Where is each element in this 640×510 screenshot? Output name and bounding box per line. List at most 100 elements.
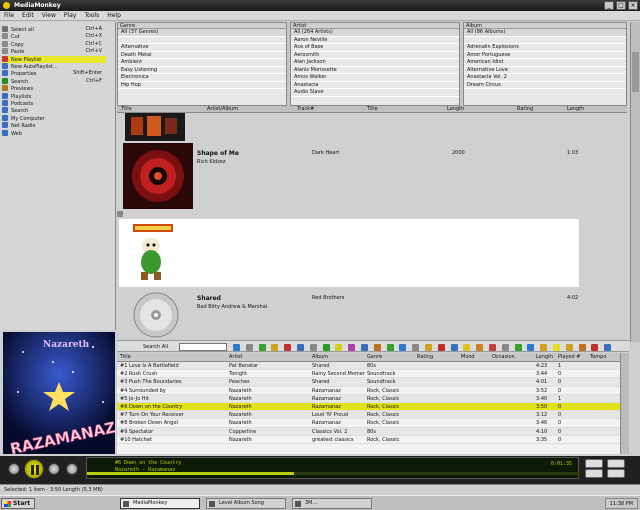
equalizer-button[interactable] [585, 469, 603, 478]
col-genre[interactable]: Genre [367, 353, 382, 362]
browser-item[interactable] [118, 37, 286, 44]
browser-item[interactable]: Amos Walker [291, 74, 459, 82]
tree-item[interactable]: Search Ctrl+F [2, 77, 106, 85]
table-row[interactable]: #8 Broken Down Angel Nazareth Razamanaz Roc… [117, 419, 620, 428]
col-tempo[interactable]: Tempo [590, 353, 606, 362]
col-length[interactable]: Length [536, 353, 553, 362]
toolbar-icon[interactable] [501, 344, 509, 351]
col-title[interactable]: Title [120, 353, 131, 362]
toolbar-icon[interactable] [335, 344, 343, 351]
album-cover-disc[interactable] [129, 291, 183, 339]
browser-item[interactable]: Dream Circus [464, 82, 626, 89]
col-mood[interactable]: Mood [461, 353, 475, 362]
tree-item[interactable]: Paste Ctrl+V [2, 48, 106, 55]
table-row[interactable]: #7 Turn On Your Receiver Nazareth Loud 'N'… [117, 411, 620, 420]
toolbar-icon[interactable] [348, 344, 356, 351]
toolbar-icon[interactable] [450, 344, 458, 351]
browser-item[interactable]: Death Metal [118, 52, 286, 59]
menu-view[interactable]: View [42, 11, 56, 20]
table-row[interactable]: #3 Push The Boundaries Peaches Shared Sound… [117, 378, 620, 387]
col-artist[interactable]: Artist [229, 353, 242, 362]
toolbar-icon[interactable] [412, 344, 420, 351]
table-row[interactable]: #6 Down on the Country Nazareth Razamanaz R… [117, 402, 620, 412]
browser-item[interactable]: Alternative Love [464, 67, 626, 74]
start-button[interactable]: Start [1, 498, 35, 509]
toolbar-icon[interactable] [258, 344, 266, 351]
table-row[interactable]: #10 Hatchet Nazareth greatest classics Rock… [117, 436, 620, 444]
browser-item[interactable]: Anastacia Vol. 2 [464, 74, 626, 82]
toolbar-icon[interactable] [527, 344, 535, 351]
tree-item[interactable]: Cut Ctrl+X [2, 33, 106, 40]
album-col-track[interactable]: Track# [297, 106, 314, 113]
collapse-icon[interactable] [117, 211, 123, 217]
browser-item[interactable]: Alan Jackson [291, 59, 459, 67]
toolbar-icon[interactable] [284, 344, 292, 351]
tracklist-scrollbar[interactable] [620, 353, 629, 454]
col-occasion[interactable]: Occasion [492, 353, 515, 362]
tree-item[interactable]: Copy Ctrl+C [2, 40, 106, 48]
taskbar-item-3[interactable]: 3M... [292, 498, 372, 509]
tree-item[interactable]: Select all Ctrl+A [2, 26, 106, 33]
toolbar-icon[interactable] [245, 344, 253, 351]
tree-item[interactable]: Playlists [2, 92, 106, 100]
close-button[interactable]: × [628, 1, 638, 10]
next-button[interactable] [48, 463, 60, 475]
previous-button[interactable] [8, 463, 20, 475]
now-playing-album-art[interactable]: Nazareth RAZAMANAZ [3, 332, 115, 454]
pause-button[interactable] [24, 459, 44, 479]
browser-item[interactable]: Easy Listening [118, 67, 286, 74]
browser-item[interactable]: Aaron Neville [291, 37, 459, 44]
browser-item[interactable]: Electronica [118, 74, 286, 82]
browser-item[interactable]: All (86 Albums) [464, 29, 626, 37]
browser-item[interactable]: Alternative [118, 44, 286, 52]
browser-item[interactable]: Ace of Base [291, 44, 459, 52]
tree-item[interactable]: Previews [2, 85, 106, 92]
toolbar-icon[interactable] [553, 344, 560, 351]
tree-item[interactable]: Search [2, 107, 106, 114]
toolbar-icon[interactable] [489, 344, 496, 351]
album-col-title2[interactable]: Title [367, 106, 378, 113]
minimize-button[interactable]: _ [604, 1, 614, 10]
tree-item[interactable]: Properties Shift+Enter [2, 70, 106, 77]
toolbar-icon[interactable] [297, 344, 304, 351]
volume-button[interactable] [607, 469, 625, 478]
table-row[interactable]: #4 Surrounded by Nazareth Razamanaz Rock, C… [117, 387, 620, 395]
tree-item[interactable]: New AutoPlaylist... [2, 63, 106, 70]
toolbar-icon[interactable] [476, 344, 484, 351]
repeat-button[interactable] [607, 459, 625, 468]
toolbar-icon[interactable] [604, 344, 612, 351]
taskbar-item-mediamonkey[interactable]: MediaMonkey [120, 498, 200, 509]
col-rating[interactable]: Rating [417, 353, 433, 362]
album-col-rating[interactable]: Rating [517, 106, 533, 113]
toolbar-icon[interactable] [361, 344, 368, 351]
toolbar-icon[interactable] [578, 344, 586, 351]
tree-item[interactable]: Podcasts [2, 100, 106, 107]
menu-help[interactable]: Help [107, 11, 121, 20]
browser-item[interactable]: All (264 Artists) [291, 29, 459, 37]
browser-item[interactable]: American Idiot [464, 59, 626, 67]
toolbar-icon[interactable] [322, 344, 330, 351]
toolbar-icon[interactable] [425, 344, 432, 351]
browser-item[interactable]: Hip Hop [118, 82, 286, 89]
album-col-length2[interactable]: Length [567, 106, 584, 113]
album-title-2[interactable]: Shared [197, 295, 221, 302]
toolbar-icon[interactable] [373, 344, 381, 351]
album-cover-cartoon[interactable] [121, 222, 181, 284]
album-col-artist[interactable]: Artist/Album [207, 106, 238, 113]
menu-tools[interactable]: Tools [84, 11, 99, 20]
tree-item[interactable]: Net Radio [2, 122, 106, 129]
toolbar-icon[interactable] [463, 344, 471, 351]
browser-item[interactable]: Ambient [118, 59, 286, 67]
browser-item[interactable]: Alanis Morissette [291, 67, 459, 74]
browser-item[interactable] [464, 37, 626, 44]
tree-item[interactable]: Web [2, 129, 106, 137]
tree-item[interactable]: My Computer [2, 114, 106, 122]
album-col-length[interactable]: Length [447, 106, 464, 113]
browser-item[interactable]: Amor Portuguese [464, 52, 626, 59]
table-row[interactable]: #5 Jo-Jo Hit Nazareth Razamanaz Rock, Class… [117, 394, 620, 403]
toolbar-icon[interactable] [437, 344, 445, 351]
browser-item[interactable]: Audio Slave [291, 89, 459, 97]
table-row[interactable]: #2 Rush Crush Tonight Rainy Second Moment S… [117, 370, 620, 379]
shuffle-button[interactable] [585, 459, 603, 468]
table-row[interactable]: #1 Love Is A Battlefield Pat Benatar Share… [117, 362, 620, 371]
